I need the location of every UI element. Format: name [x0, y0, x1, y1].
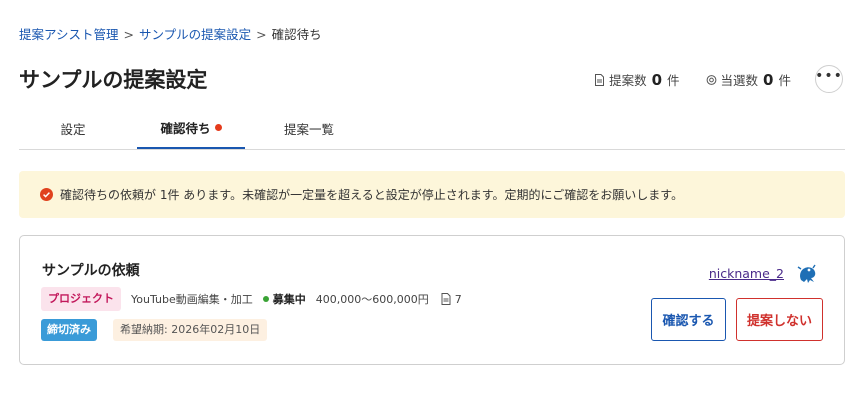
- selected-count-label: 当選数: [720, 73, 759, 88]
- selected-count-unit: 件: [778, 73, 791, 88]
- document-icon: [595, 73, 605, 86]
- tab-label: 提案一覧: [283, 121, 334, 137]
- more-options-button[interactable]: •••: [815, 65, 843, 93]
- check-circle-icon: [40, 188, 53, 201]
- alert-text: 確認待ちの依頼が 1件 あります。未確認が一定量を超えると設定が停止されます。定…: [60, 188, 684, 202]
- target-icon: [706, 74, 716, 85]
- tab-bar: 設定 確認待ち 提案一覧: [19, 108, 845, 150]
- tab-settings[interactable]: 設定: [19, 108, 127, 148]
- pending-alert: 確認待ちの依頼が 1件 あります。未確認が一定量を超えると設定が停止されます。定…: [19, 171, 845, 218]
- confirm-button[interactable]: 確認する: [651, 298, 726, 341]
- deadline-badge: 希望納期: 2026年02月10日: [113, 319, 268, 341]
- page-title: サンプルの提案設定: [19, 68, 208, 92]
- breadcrumb: 提案アシスト管理 > サンプルの提案設定 > 確認待ち: [19, 24, 322, 43]
- proposal-count-label: 提案数: [609, 73, 647, 88]
- proposal-count-unit: 件: [667, 73, 680, 88]
- request-budget: 400,000〜600,000円: [315, 293, 429, 306]
- tab-proposal-list[interactable]: 提案一覧: [255, 108, 363, 148]
- request-status: 募集中: [272, 293, 306, 306]
- request-proposal-count: 7: [454, 292, 462, 306]
- selected-count-stat: 当選数 0 件: [706, 70, 791, 89]
- more-icon: •••: [815, 68, 843, 84]
- request-tags: 締切済み 希望納期: 2026年02月10日: [41, 319, 268, 341]
- request-category: YouTube動画編集・加工: [131, 293, 253, 306]
- selected-count-value: 0: [763, 70, 774, 89]
- tab-label: 確認待ち: [160, 121, 211, 136]
- breadcrumb-link-proposal-assist[interactable]: 提案アシスト管理: [19, 27, 119, 42]
- breadcrumb-current: 確認待ち: [271, 27, 322, 42]
- proposal-count-value: 0: [651, 70, 663, 89]
- tab-pending[interactable]: 確認待ち: [137, 108, 245, 149]
- requester-nickname-link[interactable]: nickname_2: [709, 266, 784, 281]
- request-card: サンプルの依頼 プロジェクト YouTube動画編集・加工 募集中 400,00…: [19, 235, 845, 365]
- stats-bar: 提案数 0 件 当選数 0 件: [568, 70, 791, 89]
- breadcrumb-separator: >: [256, 27, 267, 42]
- proposal-count-stat: 提案数 0 件: [594, 70, 680, 89]
- avatar[interactable]: [792, 258, 822, 288]
- request-meta: プロジェクト YouTube動画編集・加工 募集中 400,000〜600,00…: [41, 287, 462, 311]
- tab-label: 設定: [60, 121, 86, 137]
- breadcrumb-separator: >: [123, 27, 134, 42]
- closed-badge: 締切済み: [41, 319, 97, 341]
- breadcrumb-link-sample-settings[interactable]: サンプルの提案設定: [139, 27, 251, 42]
- document-icon: [441, 293, 451, 305]
- request-title[interactable]: サンプルの依頼: [42, 260, 140, 280]
- status-dot: [262, 296, 269, 302]
- requester: nickname_2: [709, 258, 822, 288]
- decline-button[interactable]: 提案しない: [736, 298, 823, 341]
- project-badge: プロジェクト: [41, 287, 121, 311]
- notification-dot: [214, 124, 222, 131]
